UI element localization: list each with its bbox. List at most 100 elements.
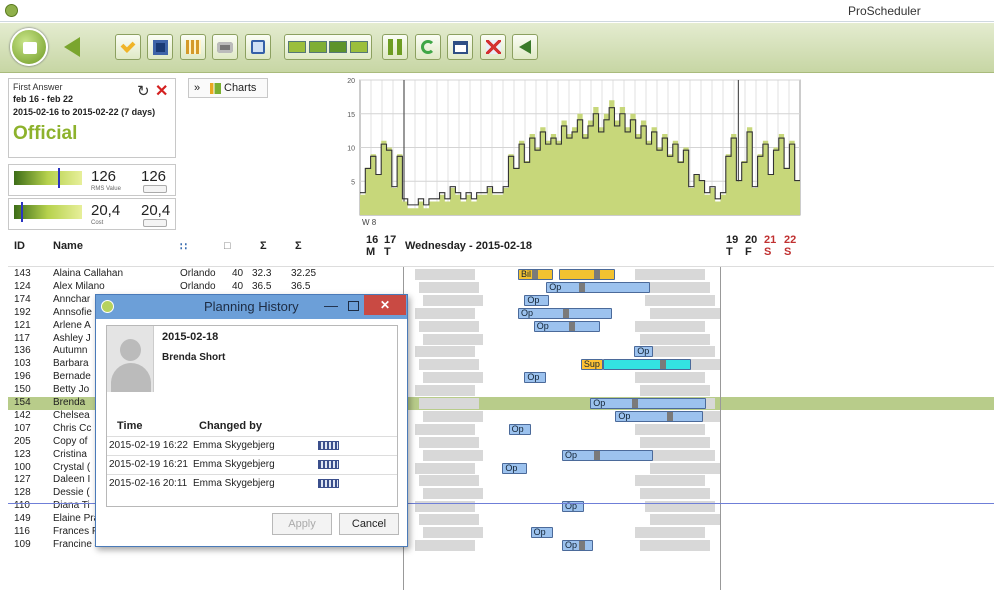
shift-block[interactable]: Op — [524, 294, 550, 306]
cell-name: Dessie ( — [53, 487, 90, 499]
shift-block[interactable]: Op — [546, 281, 650, 293]
charts-button[interactable]: » Charts — [188, 78, 268, 98]
history-row[interactable]: 2015-02-19 16:22 Emma Skygebjerg — [107, 436, 397, 454]
cell-id: 136 — [14, 345, 31, 357]
validate-button[interactable] — [382, 34, 408, 60]
cancel-button[interactable]: Cancel — [339, 513, 399, 535]
day-20[interactable]: 20 F — [745, 234, 757, 258]
table-row[interactable]: 143 Alaina Callahan Orlando 40 32.3 32.25 Bil — [8, 268, 994, 281]
cell-id: 150 — [14, 384, 31, 396]
check-button[interactable] — [115, 34, 141, 60]
delete-button[interactable] — [480, 34, 506, 60]
col-time[interactable]: Time — [117, 418, 142, 434]
undo-button[interactable] — [512, 34, 538, 60]
schedule-preview-icon — [318, 460, 339, 469]
cell-id: 117 — [14, 332, 30, 344]
home-logo-icon[interactable] — [10, 28, 48, 66]
rms-slider[interactable] — [143, 185, 167, 193]
refresh-icon — [421, 40, 435, 54]
refresh-button[interactable] — [415, 34, 441, 60]
shift-block[interactable]: Op — [524, 372, 547, 384]
day-22[interactable]: 22 S — [784, 234, 796, 258]
shift-label: Op — [533, 527, 546, 537]
maximize-icon[interactable] — [348, 301, 359, 311]
shift-block[interactable]: Op — [518, 307, 613, 319]
view-1-icon[interactable] — [288, 41, 306, 53]
history-row[interactable]: 2015-02-19 16:21 Emma Skygebjerg — [107, 455, 397, 473]
history-time: 2015-02-19 16:21 — [109, 459, 188, 470]
save-button[interactable] — [147, 34, 173, 60]
shift-block[interactable]: Sup — [580, 359, 603, 371]
shift-block[interactable]: Bil — [518, 269, 553, 280]
view-3-icon[interactable] — [329, 41, 348, 53]
shift-block[interactable]: Op — [530, 527, 553, 538]
day-19[interactable]: 19 T — [726, 234, 738, 258]
day-16-dow: M — [366, 246, 376, 258]
availability-band — [423, 449, 483, 461]
availability-band — [419, 436, 479, 448]
dialog-close-button[interactable]: ✕ — [364, 295, 406, 315]
answer-label: First Answer — [13, 82, 63, 92]
shift-block[interactable]: Op — [634, 346, 654, 358]
contract-icon[interactable]: □ — [224, 240, 231, 252]
table-row[interactable]: 124 Alex Milano Orlando 40 36.5 36.5 Op — [8, 281, 994, 294]
col-sigma-1[interactable]: Σ — [260, 240, 267, 252]
shift-block[interactable]: Op — [590, 398, 707, 409]
shift-label: Op — [527, 294, 540, 305]
day-20-dow: F — [745, 246, 752, 258]
calendar-button[interactable] — [447, 34, 473, 60]
shift-block[interactable] — [558, 269, 616, 280]
cost-slider[interactable] — [143, 219, 167, 227]
availability-band — [650, 514, 720, 526]
search-button[interactable] — [245, 34, 271, 60]
cell-id: 192 — [14, 306, 31, 318]
search-icon — [251, 40, 265, 54]
day-17-dow: T — [384, 246, 391, 258]
close-icon[interactable]: ✕ — [155, 81, 168, 101]
col-name[interactable]: Name — [53, 240, 83, 252]
col-sigma-2[interactable]: Σ — [295, 240, 302, 252]
dialog-title: Planning History — [204, 299, 299, 314]
day-16[interactable]: 16 M — [366, 234, 378, 258]
reload-icon[interactable]: ↻ — [137, 82, 150, 100]
rms-metric: 126 RMS Value 126 — [8, 164, 176, 196]
shift-block[interactable]: Op — [508, 423, 531, 435]
org-icon[interactable]: ∷ — [180, 240, 187, 253]
shift-block[interactable]: Op — [533, 320, 600, 332]
history-row[interactable]: 2015-02-16 20:11 Emma Skygebjerg — [107, 474, 397, 492]
availability-band — [635, 372, 705, 384]
grid-button[interactable] — [180, 34, 206, 60]
availability-band — [423, 333, 483, 345]
shift-block[interactable]: Op — [502, 462, 528, 474]
availability-band — [423, 527, 483, 538]
day-21[interactable]: 21 S — [764, 234, 776, 258]
back-arrow-icon[interactable] — [64, 37, 80, 57]
grid-header: ID Name ∷ □ Σ Σ 16 M 17 T Wednesday - 2015… — [8, 231, 994, 267]
col-id[interactable]: ID — [14, 240, 25, 252]
apply-button[interactable]: Apply — [272, 513, 332, 535]
view-2-icon[interactable] — [308, 41, 327, 53]
shift-label: Sup — [583, 359, 600, 370]
shift-block[interactable]: Op — [562, 449, 654, 461]
day-21-dow: S — [764, 246, 772, 258]
availability-band — [415, 385, 475, 397]
shift-block[interactable]: Op — [615, 410, 704, 422]
cell-name: Arlene A — [53, 319, 91, 331]
demand-chart-svg: 20 15 10 5 W 8 — [347, 78, 801, 227]
x-axis-label: W 8 — [362, 218, 377, 227]
availability-band — [415, 462, 475, 474]
break-marker — [562, 308, 569, 318]
shift-block[interactable]: Op — [562, 539, 594, 551]
view-4-icon[interactable] — [349, 41, 368, 53]
cell-name: Chelsea — [53, 409, 90, 421]
cell-name: Betty Jo — [53, 384, 90, 396]
camera-button[interactable] — [212, 34, 238, 60]
shift-block[interactable] — [602, 359, 691, 371]
availability-band — [419, 514, 479, 526]
cost-metric: 20,4 Cost 20,4 — [8, 198, 176, 230]
col-changed-by[interactable]: Changed by — [199, 418, 262, 434]
day-17[interactable]: 17 T — [384, 234, 396, 258]
cell-id: 123 — [14, 448, 31, 460]
minimize-icon[interactable]: — — [324, 297, 338, 313]
availability-band — [423, 488, 483, 500]
